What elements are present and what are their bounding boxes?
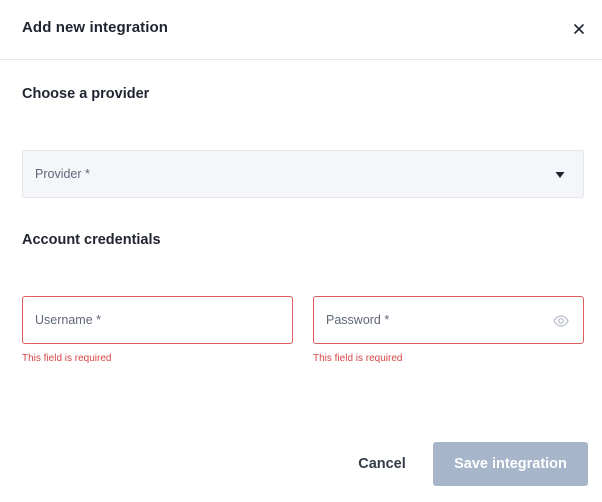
chevron-down-icon xyxy=(555,172,565,178)
password-field[interactable]: Password * xyxy=(313,296,584,344)
save-integration-button[interactable]: Save integration xyxy=(433,442,588,486)
dialog-header: Add new integration xyxy=(0,0,602,60)
username-error: This field is required xyxy=(22,353,112,364)
provider-section-title: Choose a provider xyxy=(22,86,150,102)
add-integration-dialog: Add new integration Choose a provider Pr… xyxy=(0,0,602,502)
dialog-title: Add new integration xyxy=(22,19,169,36)
cancel-button[interactable]: Cancel xyxy=(350,442,414,486)
close-icon xyxy=(574,24,584,34)
username-field[interactable]: Username * xyxy=(22,296,293,344)
username-placeholder: Username * xyxy=(35,313,101,327)
provider-select[interactable]: Provider * xyxy=(22,150,584,198)
eye-icon[interactable] xyxy=(553,313,569,329)
close-button[interactable] xyxy=(569,19,589,39)
password-placeholder: Password * xyxy=(326,313,390,327)
credentials-section-title: Account credentials xyxy=(22,232,161,248)
password-error: This field is required xyxy=(313,353,403,364)
provider-select-placeholder: Provider * xyxy=(35,167,90,181)
